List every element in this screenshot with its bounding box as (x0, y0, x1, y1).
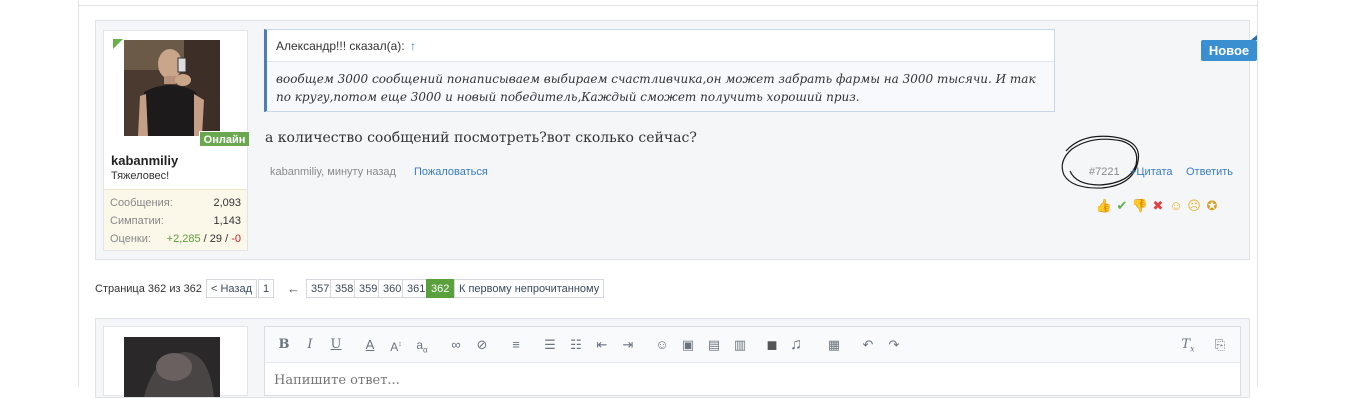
unlink-icon[interactable]: ⊘ (473, 336, 491, 354)
ratings-neutral: 29 (209, 233, 223, 245)
indent-icon[interactable]: ⇥ (619, 336, 637, 354)
page-1-button[interactable]: 1 (258, 279, 275, 298)
page-362-button[interactable]: 362 (426, 279, 455, 298)
redo-icon[interactable]: ↷ (885, 336, 903, 354)
font-family-icon[interactable]: aα (413, 336, 431, 354)
quote-jump-icon[interactable]: ↑ (410, 39, 416, 53)
online-badge: Онлайн (199, 131, 250, 147)
list-bulleted-icon[interactable]: ☰ (541, 336, 559, 354)
reply-editor: B I U A A↕ aα ∞ ⊘ ≡ ☰ ☷ ⇤ ⇥ ☺ ▣ ▤ ▥ ■ ♫ … (264, 326, 1241, 396)
ratings-value: +2,285 / 29 / -0 (167, 232, 241, 246)
report-link[interactable]: Пожаловаться (414, 166, 488, 178)
remove-format-icon[interactable]: Tx (1179, 336, 1197, 354)
smilies-icon[interactable]: ☺ (653, 336, 671, 354)
quote-author: Александр!!! сказал(а): (276, 39, 405, 53)
ratings-separator: / (222, 233, 232, 245)
stat-messages: Сообщения: 2,093 (110, 196, 241, 210)
prev-page-button[interactable]: < Назад (206, 279, 257, 298)
preview-icon[interactable]: ⎘ (1211, 336, 1229, 354)
smile-icon[interactable]: ☺ (1167, 197, 1185, 215)
quote-icon[interactable]: ■ (763, 336, 781, 354)
ratings-negative: -0 (231, 233, 241, 245)
link-icon[interactable]: ∞ (447, 336, 465, 354)
top-divider (78, 5, 1258, 6)
ratings-positive: +2,285 (166, 233, 201, 245)
skip-arrow-icon[interactable]: ← (287, 281, 300, 296)
thumbs-up-icon[interactable]: 👍 (1095, 197, 1113, 215)
quote-text: вообщем 3000 сообщений понаписываем выби… (276, 72, 1036, 104)
quote-header: Александр!!! сказал(а): ↑ (267, 30, 1054, 62)
reactions-bar: 👍 ✔ 👎 ✖ ☺ ☹ ✪ (1095, 197, 1221, 215)
image-icon[interactable]: ▣ (679, 336, 697, 354)
stat-ratings: Оценки: +2,285 / 29 / -0 (110, 232, 241, 246)
sad-icon[interactable]: ☹ (1185, 197, 1203, 215)
stat-likes: Симпатии: 1,143 (110, 214, 241, 228)
cross-icon[interactable]: ✖ (1149, 197, 1167, 215)
username[interactable]: kabanmiliy (111, 153, 178, 168)
bold-icon[interactable]: B (275, 336, 293, 354)
stat-label: Симпатии: (110, 215, 164, 227)
audio-icon[interactable]: ♫ (787, 336, 805, 354)
italic-icon[interactable]: I (301, 336, 319, 354)
quote-button[interactable]: +Цитата (1130, 166, 1173, 178)
stat-value[interactable]: 1,143 (213, 214, 241, 228)
reply-avatar (124, 337, 220, 397)
user-title: Тяжеловес! (111, 170, 170, 182)
reply-input[interactable] (274, 373, 874, 388)
media-icon[interactable]: ▤ (705, 336, 723, 354)
user-stats: Сообщения: 2,093 Симпатии: 1,143 Оценки:… (104, 189, 247, 250)
outdent-icon[interactable]: ⇤ (593, 336, 611, 354)
ratings-separator: / (200, 233, 210, 245)
post-number[interactable]: #7221 (1089, 166, 1120, 178)
thumbs-down-icon[interactable]: 👎 (1131, 197, 1149, 215)
avatar-image (124, 40, 220, 136)
code-icon[interactable]: ▥ (731, 336, 749, 354)
avatar[interactable] (124, 40, 220, 136)
font-color-icon[interactable]: A (361, 336, 379, 354)
medal-icon[interactable]: ✪ (1203, 197, 1221, 215)
new-badge: Новое (1201, 35, 1257, 61)
check-icon[interactable]: ✔ (1113, 197, 1131, 215)
post-author-time[interactable]: kabanmiliy, минуту назад (270, 166, 396, 178)
list-numbered-icon[interactable]: ☷ (567, 336, 585, 354)
underline-icon[interactable]: U (327, 336, 345, 354)
align-icon[interactable]: ≡ (507, 336, 525, 354)
font-size-icon[interactable]: A↕ (387, 336, 405, 354)
undo-icon[interactable]: ↶ (859, 336, 877, 354)
scribble-annotation (1061, 135, 1140, 189)
stat-value[interactable]: 2,093 (213, 196, 241, 210)
reply-avatar-image (124, 337, 220, 397)
user-corner-flag (113, 39, 123, 49)
post-message: а количество сообщений посмотреть?вот ск… (265, 130, 697, 146)
stat-label: Сообщения: (110, 197, 173, 209)
quote-block: Александр!!! сказал(а): ↑ вообщем 3000 с… (264, 29, 1055, 112)
stat-label: Оценки: (110, 233, 151, 245)
reply-button[interactable]: Ответить (1186, 166, 1233, 178)
page-status: Страница 362 из 362 (95, 283, 202, 295)
editor-toolbar: B I U A A↕ aα ∞ ⊘ ≡ ☰ ☷ ⇤ ⇥ ☺ ▣ ▤ ▥ ■ ♫ … (265, 327, 1240, 363)
save-icon[interactable]: ▦ (825, 336, 843, 354)
first-unread-button[interactable]: К первому непрочитанному (454, 279, 605, 298)
